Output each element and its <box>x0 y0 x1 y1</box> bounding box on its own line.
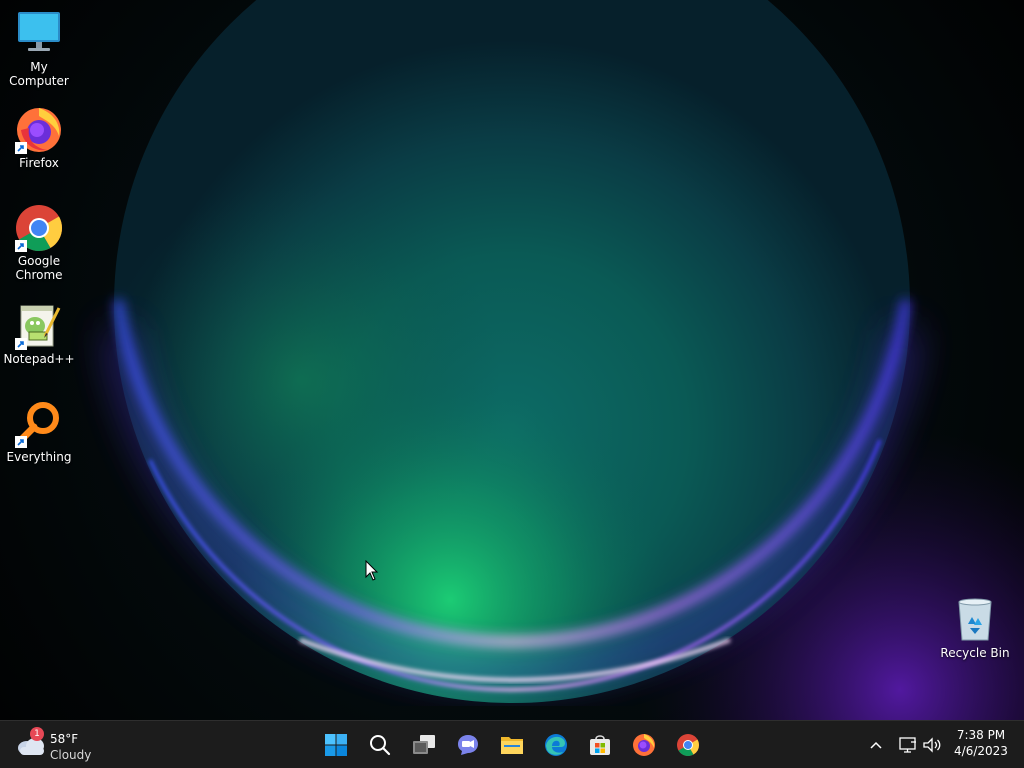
weather-widget[interactable]: 1 58°F Cloudy <box>14 725 114 765</box>
weather-temperature: 58°F <box>50 732 79 746</box>
mouse-pointer-icon <box>365 560 379 581</box>
microsoft-store-button[interactable] <box>580 725 620 765</box>
edge-button[interactable] <box>536 725 576 765</box>
shortcut-arrow-icon <box>15 338 27 350</box>
desktop-icon-everything[interactable]: Everything <box>1 400 77 464</box>
desktop-icon-label: Recycle Bin <box>940 646 1010 660</box>
clock-date: 4/6/2023 <box>954 744 1008 758</box>
chat-button[interactable] <box>448 725 488 765</box>
network-icon[interactable] <box>897 733 919 757</box>
file-explorer-button[interactable] <box>492 725 532 765</box>
recycle-bin-icon <box>951 596 999 644</box>
notepad-plus-plus-icon <box>15 302 63 350</box>
search-button[interactable] <box>360 725 400 765</box>
desktop-icon-recycle-bin[interactable]: Recycle Bin <box>937 596 1013 660</box>
chevron-up-icon[interactable] <box>866 733 886 757</box>
shortcut-arrow-icon <box>15 142 27 154</box>
desktop[interactable]: My Computer Firefox Google Chrome Notepa… <box>0 0 1024 720</box>
monitor-icon <box>15 10 63 58</box>
store-icon <box>590 735 610 755</box>
desktop-icon-firefox[interactable]: Firefox <box>1 106 77 170</box>
firefox-taskbar-button[interactable] <box>624 725 664 765</box>
windows-logo-icon <box>325 734 347 756</box>
wallpaper-bloom <box>0 0 1024 720</box>
search-icon <box>370 735 391 756</box>
firefox-icon <box>15 106 63 154</box>
desktop-icon-label: Everything <box>6 450 72 464</box>
desktop-icon-label: Google Chrome <box>15 254 63 282</box>
teams-chat-icon <box>458 735 478 755</box>
desktop-icon-label: Firefox <box>19 156 59 170</box>
start-button[interactable] <box>316 725 356 765</box>
shortcut-arrow-icon <box>15 436 27 448</box>
chrome-icon <box>677 734 699 756</box>
chrome-taskbar-button[interactable] <box>668 725 708 765</box>
edge-icon <box>545 734 567 756</box>
everything-search-icon <box>15 400 63 448</box>
shortcut-arrow-icon <box>15 240 27 252</box>
notification-badge: 1 <box>30 727 44 741</box>
taskbar: 1 58°F Cloudy 7:38 PM 4/6/2023 <box>0 720 1024 768</box>
desktop-icon-label: Notepad++ <box>3 352 75 366</box>
desktop-icon-notepad-plus-plus[interactable]: Notepad++ <box>1 302 77 366</box>
firefox-icon <box>633 734 655 756</box>
desktop-icon-google-chrome[interactable]: Google Chrome <box>1 204 77 282</box>
volume-icon[interactable] <box>921 733 943 757</box>
task-view-button[interactable] <box>404 725 444 765</box>
chrome-icon <box>15 204 63 252</box>
taskbar-clock[interactable]: 7:38 PM 4/6/2023 <box>950 727 1012 759</box>
task-view-icon <box>413 735 435 754</box>
desktop-icon-label: My Computer <box>9 60 69 88</box>
desktop-icon-my-computer[interactable]: My Computer <box>1 10 77 88</box>
folder-icon <box>501 737 523 754</box>
clock-time: 7:38 PM <box>956 728 1006 742</box>
weather-condition: Cloudy <box>50 748 92 762</box>
